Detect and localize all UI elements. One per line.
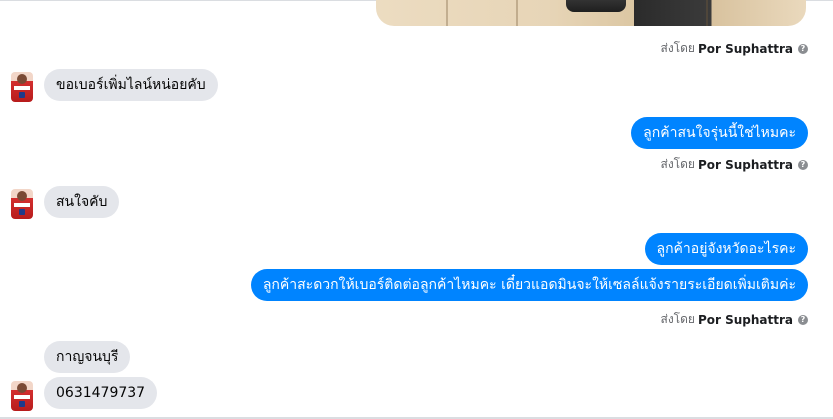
info-icon[interactable]: ? xyxy=(798,159,808,170)
incoming-message[interactable]: สนใจคับ xyxy=(44,186,120,218)
user-avatar[interactable] xyxy=(11,72,33,102)
user-avatar[interactable] xyxy=(11,381,33,411)
outgoing-message[interactable]: ลูกค้าอยู่จังหวัดอะไรคะ xyxy=(644,233,808,265)
sent-by-line: ส่งโดย Por Suphattra ? xyxy=(660,155,808,174)
sent-by-prefix: ส่งโดย xyxy=(660,41,695,55)
seat-seam xyxy=(446,0,448,26)
incoming-message[interactable]: กาญจนบุรี xyxy=(44,341,131,373)
sent-by-prefix: ส่งโดย xyxy=(660,157,695,171)
outgoing-message[interactable]: ลูกค้าสะดวกให้เบอร์ติดต่อลูกค้าไหมคะ เดี… xyxy=(250,269,808,301)
sent-by-prefix: ส่งโดย xyxy=(660,312,695,326)
seat-seam xyxy=(516,0,518,26)
info-icon[interactable]: ? xyxy=(798,43,808,54)
user-avatar[interactable] xyxy=(11,189,33,219)
incoming-message[interactable]: 0631479737 xyxy=(44,377,158,409)
sent-by-line: ส่งโดย Por Suphattra ? xyxy=(660,39,808,58)
sender-name: Por Suphattra xyxy=(697,157,793,172)
center-console xyxy=(566,0,626,12)
info-icon[interactable]: ? xyxy=(798,314,808,325)
sender-name: Por Suphattra xyxy=(697,312,793,327)
outgoing-message[interactable]: ลูกค้าสนใจรุ่นนี้ใช่ไหมคะ xyxy=(631,117,808,149)
sender-name: Por Suphattra xyxy=(697,41,793,56)
car-interior-photo[interactable] xyxy=(376,0,806,26)
sent-by-line: ส่งโดย Por Suphattra ? xyxy=(660,310,808,329)
incoming-message[interactable]: ขอเบอร์เพิ่มไลน์หน่อยคับ xyxy=(44,69,218,101)
seat-seam xyxy=(706,0,708,26)
